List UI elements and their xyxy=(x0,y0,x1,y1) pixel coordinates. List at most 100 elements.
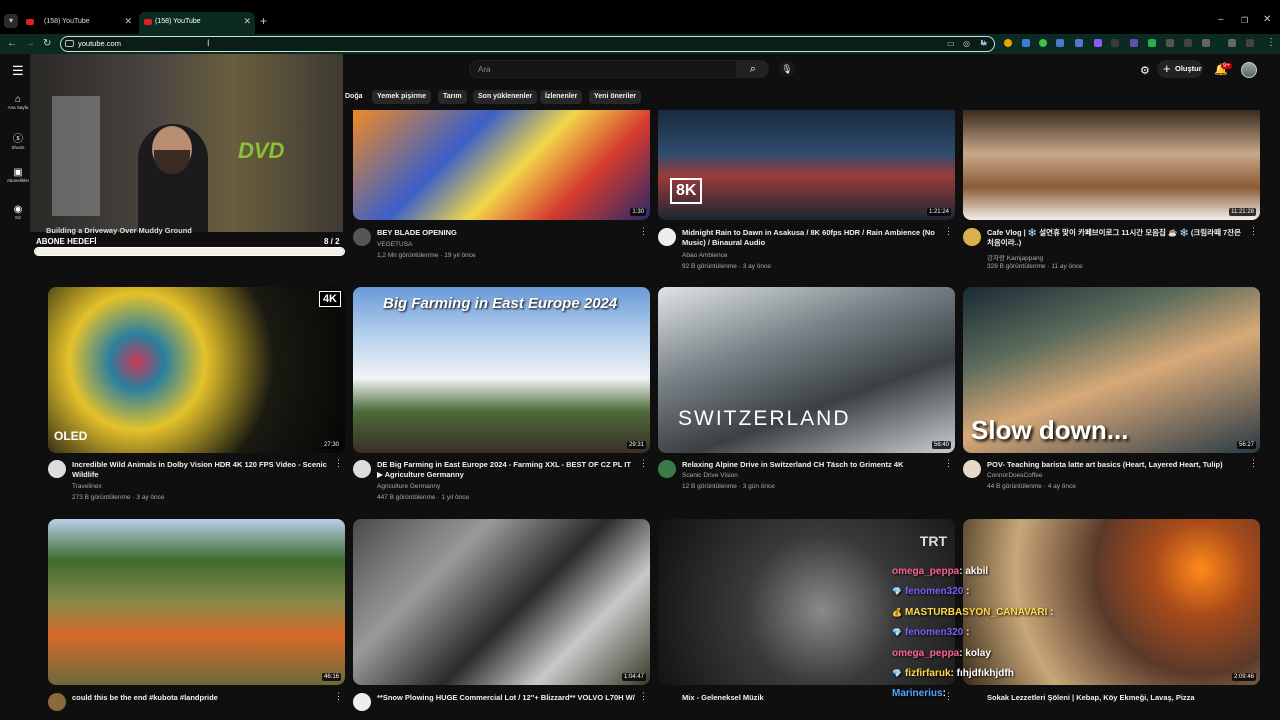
more-actions-icon[interactable]: ⋮ xyxy=(639,458,648,469)
browser-tab-2[interactable]: (158) YouTube ✕ xyxy=(139,12,255,34)
video-title[interactable]: Incredible Wild Animals in Dolby Vision … xyxy=(72,460,330,480)
video-thumbnail[interactable]: Big Farming in East Europe 2024 29:31 xyxy=(353,287,650,453)
channel-avatar[interactable] xyxy=(658,460,676,478)
channel-name[interactable]: Agriculture Germanny xyxy=(377,483,440,490)
video-card[interactable]: 11:21:28 Cafe Vlog | ❄️ 설연휴 맞이 카페브이로그 11… xyxy=(963,110,1260,270)
downloads-icon[interactable] xyxy=(1246,39,1254,47)
video-card[interactable]: 4K OLED 27:30 Incredible Wild Animals in… xyxy=(48,287,345,501)
channel-name[interactable]: 강자랑 Kamjappang xyxy=(987,252,1043,262)
forward-icon[interactable]: → xyxy=(25,38,35,49)
extension-3-icon[interactable] xyxy=(1039,39,1047,47)
more-actions-icon[interactable]: ⋮ xyxy=(334,691,343,702)
channel-name[interactable]: ConnorDoesCoffee xyxy=(987,472,1043,479)
channel-avatar[interactable] xyxy=(48,693,66,711)
video-title[interactable]: Midnight Rain to Dawn in Asakusa / 8K 60… xyxy=(682,228,940,248)
video-card[interactable]: Slow down... 56:27 POV- Teaching barista… xyxy=(963,287,1260,490)
voice-search-icon[interactable]: 🎙 xyxy=(779,61,795,77)
video-card[interactable]: 8K 1:21:24 Midnight Rain to Dawn in Asak… xyxy=(658,110,955,270)
video-card[interactable]: 1:30 BEY BLADE OPENING VEGETUSA 1,2 Mn g… xyxy=(353,110,650,259)
channel-avatar[interactable] xyxy=(963,460,981,478)
video-thumbnail[interactable]: Slow down... 56:27 xyxy=(963,287,1260,453)
video-thumbnail[interactable]: 8K 1:21:24 xyxy=(658,110,955,220)
video-title[interactable]: Relaxing Alpine Drive in Switzerland CH … xyxy=(682,460,940,470)
channel-name[interactable]: Abao Ambience xyxy=(682,252,728,259)
extensions-puzzle-icon[interactable] xyxy=(1202,39,1210,47)
video-thumbnail[interactable]: 4K OLED 27:30 xyxy=(48,287,345,453)
video-card[interactable]: TRT Mix - Geleneksel Müzik ⋮ xyxy=(658,519,955,702)
video-thumbnail[interactable]: 1:30 xyxy=(353,110,650,220)
video-thumbnail[interactable]: 46:16 xyxy=(48,519,345,685)
chip-doga[interactable]: Doğa xyxy=(340,90,368,104)
video-thumbnail[interactable]: SWITZERLAND 56:40 xyxy=(658,287,955,453)
video-title[interactable]: Sokak Lezzetleri Şöleni | Kebap, Köy Ekm… xyxy=(987,693,1245,703)
video-card[interactable]: Big Farming in East Europe 2024 29:31 DE… xyxy=(353,287,650,501)
video-card[interactable]: 2:09:46 Sokak Lezzetleri Şöleni | Kebap,… xyxy=(963,519,1260,702)
site-info-icon[interactable] xyxy=(65,40,74,47)
tab-search-button[interactable]: ▾ xyxy=(4,14,18,28)
video-card[interactable]: 46:16 could this be the end #kubota #lan… xyxy=(48,519,345,711)
channel-avatar[interactable] xyxy=(48,460,66,478)
video-title[interactable]: BEY BLADE OPENING xyxy=(377,228,635,238)
video-thumbnail[interactable]: TRT xyxy=(658,519,955,685)
menu-hamburger-icon[interactable]: ☰ xyxy=(12,63,24,79)
more-actions-icon[interactable]: ⋮ xyxy=(1249,458,1258,469)
channel-avatar[interactable] xyxy=(353,460,371,478)
extension-1-icon[interactable] xyxy=(1004,39,1012,47)
video-title[interactable]: could this be the end #kubota #landpride xyxy=(72,693,330,703)
video-thumbnail[interactable]: 2:09:46 xyxy=(963,519,1260,685)
chip-yemek-pisirme[interactable]: Yemek pişirme xyxy=(372,90,432,104)
chip-yeni-oneriler[interactable]: Yeni öneriler xyxy=(589,90,642,104)
extension-2-icon[interactable] xyxy=(1022,39,1030,47)
more-actions-icon[interactable]: ⋮ xyxy=(1249,226,1258,237)
extension-5-icon[interactable] xyxy=(1075,39,1083,47)
chip-son-yuklenenler[interactable]: Son yüklenenler xyxy=(473,90,538,104)
settings-gear-icon[interactable]: ⚙ xyxy=(1140,64,1150,77)
video-thumbnail[interactable]: 1:04:47 xyxy=(353,519,650,685)
more-actions-icon[interactable]: ⋮ xyxy=(944,458,953,469)
eye-off-icon[interactable]: ◎ xyxy=(963,39,970,48)
more-actions-icon[interactable]: ⋮ xyxy=(639,226,648,237)
back-icon[interactable]: ← xyxy=(7,38,17,49)
extension-11-icon[interactable] xyxy=(1184,39,1192,47)
channel-avatar[interactable] xyxy=(353,693,371,711)
more-actions-icon[interactable]: ⋮ xyxy=(944,226,953,237)
maximize-icon[interactable]: ❐ xyxy=(1241,16,1248,25)
bookmark-star-icon[interactable]: ★ xyxy=(981,39,988,48)
more-actions-icon[interactable]: ⋮ xyxy=(639,691,648,702)
cast-icon[interactable]: ▭ xyxy=(947,39,955,48)
extension-4-icon[interactable] xyxy=(1056,39,1064,47)
video-title[interactable]: POV- Teaching barista latte art basics (… xyxy=(987,460,1245,470)
search-button[interactable]: ⌕ xyxy=(737,60,769,78)
video-title[interactable]: **Snow Plowing HUGE Commercial Lot / 12"… xyxy=(377,693,635,703)
close-window-icon[interactable]: ✕ xyxy=(1263,14,1271,25)
channel-name[interactable]: Scenic Drive Vision xyxy=(682,472,738,479)
channel-name[interactable]: Travelinex xyxy=(72,483,102,490)
create-button[interactable]: + Oluştur xyxy=(1157,60,1203,78)
extension-10-icon[interactable] xyxy=(1166,39,1174,47)
chip-izlenenler[interactable]: İzlenenler xyxy=(540,90,583,104)
video-card[interactable]: 1:04:47 **Snow Plowing HUGE Commercial L… xyxy=(353,519,650,711)
extension-6-icon[interactable] xyxy=(1094,39,1102,47)
browser-menu-icon[interactable]: ⋮ xyxy=(1266,37,1276,48)
video-title[interactable]: Cafe Vlog | ❄️ 설연휴 맞이 카페브이로그 11시간 모음집 ☕️… xyxy=(987,228,1245,248)
address-bar[interactable]: youtube.com I ▭ ◎ ⬇ ★ xyxy=(60,36,995,52)
extension-9-icon[interactable] xyxy=(1148,39,1156,47)
profile-icon[interactable] xyxy=(1228,39,1236,47)
minimize-icon[interactable]: – xyxy=(1218,14,1224,25)
url-text[interactable]: youtube.com xyxy=(78,39,121,48)
video-title[interactable]: DE Big Farming in East Europe 2024 - Far… xyxy=(377,460,635,480)
search-input[interactable]: Ara xyxy=(469,60,737,78)
channel-avatar[interactable] xyxy=(658,228,676,246)
extension-8-icon[interactable] xyxy=(1130,39,1138,47)
more-actions-icon[interactable]: ⋮ xyxy=(334,458,343,469)
close-tab-icon[interactable]: ✕ xyxy=(124,16,132,27)
video-thumbnail[interactable]: 11:21:28 xyxy=(963,110,1260,220)
video-card[interactable]: SWITZERLAND 56:40 Relaxing Alpine Drive … xyxy=(658,287,955,490)
channel-avatar[interactable] xyxy=(353,228,371,246)
browser-tab-1[interactable]: (158) YouTube ✕ xyxy=(20,12,136,34)
channel-name[interactable]: VEGETUSA xyxy=(377,241,412,248)
chip-tarim[interactable]: Tarım xyxy=(438,90,467,104)
close-tab-icon[interactable]: ✕ xyxy=(243,16,251,27)
new-tab-button[interactable]: + xyxy=(260,14,267,28)
reload-icon[interactable]: ↻ xyxy=(43,38,51,49)
